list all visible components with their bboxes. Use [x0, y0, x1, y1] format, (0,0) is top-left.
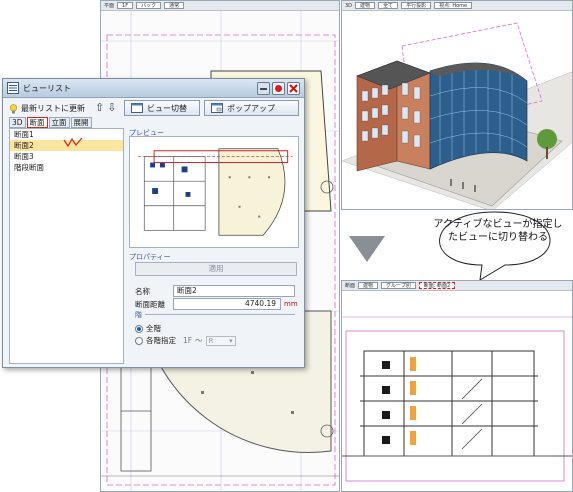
- distance-field[interactable]: 4740.19: [173, 298, 281, 310]
- red-dot-icon: [275, 85, 282, 92]
- popup-label: ポップアップ: [227, 103, 275, 113]
- chevron-down-icon: ▾: [229, 336, 233, 345]
- floor-to-value: R: [208, 336, 214, 345]
- view-switch-button[interactable]: ビュー切替: [124, 100, 200, 116]
- each-floor-radio[interactable]: [135, 336, 143, 345]
- tab-3d[interactable]: 3D: [9, 117, 26, 128]
- all-floors-label: 全階: [146, 324, 161, 333]
- distance-row: 断面距離 4740.19 mm: [135, 298, 298, 310]
- section-view-window[interactable]: 断面 建物 グループ別 断面: 断面2: [341, 280, 573, 492]
- back-button[interactable]: バック: [136, 2, 162, 9]
- name-label: 名称: [135, 286, 150, 296]
- transition-arrow-icon: [349, 236, 385, 262]
- move-down-icon[interactable]: ⇩: [107, 101, 119, 114]
- minimize-icon: [260, 88, 267, 90]
- 3d-building-render[interactable]: [342, 11, 573, 210]
- 3d-window-toolbar: 3D 建物 全て 平行投影 視点: Home: [342, 1, 572, 11]
- view-list[interactable]: 断面1 断面2 断面3 階段断面: [9, 128, 124, 364]
- all-floors-radio[interactable]: [135, 324, 143, 333]
- floor-to-select[interactable]: R ▾: [205, 335, 236, 346]
- name-row: 名称 断面2: [135, 285, 295, 297]
- active-section-view-tab[interactable]: 断面: 断面2: [418, 282, 456, 289]
- callout-text: アクティブなビューが指定したビューに切り替わる: [433, 219, 563, 243]
- preview-image: [129, 136, 299, 248]
- view-switch-label: ビュー切替: [147, 103, 187, 113]
- projection-selector[interactable]: 平行投影: [401, 2, 432, 9]
- dialog-title: ビューリスト: [23, 83, 71, 93]
- distance-unit: mm: [284, 300, 298, 308]
- tab-section[interactable]: 断面: [26, 117, 48, 128]
- group-selector[interactable]: グループ別: [381, 282, 416, 289]
- close-button[interactable]: [287, 82, 300, 95]
- refresh-label: 最新リストに更新: [21, 104, 85, 113]
- floor-divider: [145, 314, 295, 315]
- view-type-tabs: 3D 断面 立面 展開: [9, 117, 92, 128]
- popup-window-icon: [211, 103, 223, 113]
- view-list-dialog[interactable]: ビューリスト 最新リストに更新 ⇧⇩ ビュー切替 ポップアップ 3D 断面 立面…: [2, 78, 305, 368]
- 3d-view-window[interactable]: 3D 建物 全て 平行投影 視点: Home: [341, 0, 573, 210]
- section-building-selector[interactable]: 建物: [358, 282, 379, 289]
- 3d-window-title: 3D: [345, 2, 353, 9]
- floor-separator: 〜: [195, 336, 203, 345]
- section-window-title: 断面: [345, 283, 356, 289]
- tab-elevation[interactable]: 立面: [48, 117, 70, 128]
- building-selector[interactable]: 建物: [355, 2, 376, 9]
- list-item[interactable]: 断面3: [10, 151, 123, 162]
- each-floor-label: 各階指定: [146, 336, 176, 345]
- section-window-toolbar: 断面 建物 グループ別 断面: 断面2: [342, 281, 572, 291]
- checkmark-icon: [63, 137, 83, 147]
- move-up-icon[interactable]: ⇧: [95, 101, 107, 114]
- lightbulb-icon: [9, 103, 18, 113]
- popup-button[interactable]: ポップアップ: [204, 100, 299, 116]
- mode-selector[interactable]: 通常: [164, 2, 185, 9]
- minimize-button[interactable]: [257, 82, 270, 95]
- distance-label: 断面距離: [135, 299, 165, 309]
- apply-button[interactable]: 適用: [135, 262, 297, 276]
- viewpoint-selector[interactable]: 視点: Home: [434, 2, 473, 9]
- all-floors-option[interactable]: 全階: [135, 323, 161, 334]
- floor-from: 1F: [183, 336, 193, 345]
- tab-development[interactable]: 展開: [70, 117, 92, 128]
- window-switch-icon: [131, 103, 143, 113]
- plan-window-toolbar: 平面 1F バック 通常: [101, 1, 339, 11]
- pin-button[interactable]: [272, 82, 285, 95]
- refresh-list-link[interactable]: 最新リストに更新: [9, 103, 85, 114]
- close-icon: [289, 84, 298, 93]
- all-selector[interactable]: 全て: [378, 2, 399, 9]
- section-drawing[interactable]: [342, 291, 573, 492]
- each-floor-option[interactable]: 各階指定 1F 〜 R ▾: [135, 335, 236, 346]
- property-label: プロパティー: [129, 253, 171, 261]
- property-panel: プレビュー プロパティー 適用 名称 断面2 断面距離 4740.19 mm 階: [127, 128, 302, 364]
- name-field[interactable]: 断面2: [173, 285, 295, 297]
- list-icon: [7, 82, 19, 94]
- floor-label: 階: [135, 311, 142, 319]
- floor-selector[interactable]: 1F: [117, 2, 134, 9]
- plan-window-title: 平面: [104, 3, 115, 9]
- list-item[interactable]: 階段断面: [10, 162, 123, 173]
